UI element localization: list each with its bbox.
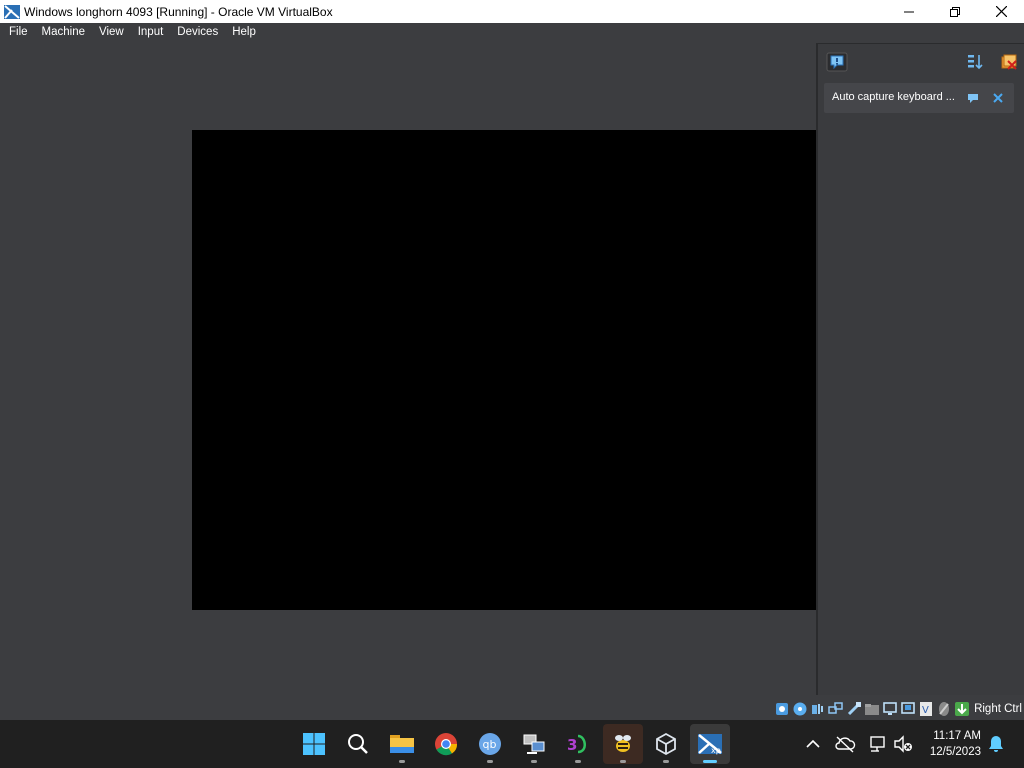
windows-xp-vm-icon: xp (698, 734, 722, 755)
clear-notifications-icon[interactable] (1000, 53, 1018, 71)
active-indicator (703, 760, 717, 763)
taskbar-3d-app[interactable]: 3 (558, 724, 598, 764)
chrome-icon (435, 733, 458, 756)
menu-view[interactable]: View (94, 26, 129, 38)
search-button[interactable] (338, 724, 378, 764)
menu-bar: File Machine View Input Devices Help (0, 23, 1024, 41)
taskbar-bee-app[interactable] (603, 724, 643, 764)
taskbar-clock[interactable]: 11:17 AM 12/5/2023 (930, 728, 981, 760)
svg-text:3: 3 (567, 736, 577, 754)
notification-toolbar (824, 52, 1020, 74)
taskbar-windows-xp-vm[interactable]: xp (690, 724, 730, 764)
remote-desktop-icon (523, 734, 545, 754)
restore-icon (950, 6, 960, 17)
running-indicator (575, 760, 581, 763)
taskbar-chrome[interactable] (426, 724, 466, 764)
keyboard-capture-icon[interactable] (954, 701, 970, 717)
menu-file[interactable]: File (4, 26, 33, 38)
status-icons: V Right Ctrl (774, 700, 1024, 718)
audio-icon[interactable] (810, 701, 826, 717)
system-tray (802, 720, 914, 768)
shared-folders-icon[interactable] (864, 701, 880, 717)
svg-text:xp: xp (711, 746, 721, 755)
taskbar-file-explorer[interactable] (382, 724, 422, 764)
window-title: Windows longhorn 4093 [Running] - Oracle… (24, 4, 333, 19)
close-notification-icon[interactable] (991, 91, 1005, 105)
title-bar: Windows longhorn 4093 [Running] - Oracle… (0, 0, 1024, 23)
minimize-button[interactable] (886, 0, 932, 23)
recording-icon[interactable] (900, 701, 916, 717)
cloud-offline-icon[interactable] (834, 733, 856, 755)
toggle-notification-icon[interactable] (966, 91, 980, 105)
bee-app-icon (615, 735, 631, 752)
usb-icon[interactable] (846, 701, 862, 717)
windows-start-icon (303, 733, 325, 755)
qbittorrent-icon: qb (479, 733, 501, 755)
running-indicator (663, 760, 669, 763)
maximize-button[interactable] (932, 0, 978, 23)
clock-date: 12/5/2023 (929, 746, 981, 758)
taskbar-qbittorrent[interactable]: qb (470, 724, 510, 764)
close-icon (995, 6, 1007, 17)
display-icon[interactable] (882, 701, 898, 717)
taskbar-remote-desktop[interactable] (514, 724, 554, 764)
hard-disk-icon[interactable] (774, 701, 790, 717)
notification-center-panel: Auto capture keyboard ... (816, 43, 1024, 695)
taskbar-virtualbox[interactable] (646, 724, 686, 764)
svg-text:V: V (922, 705, 929, 716)
sort-icon[interactable] (966, 53, 984, 71)
svg-text:qb: qb (483, 738, 497, 751)
virtualbox-vm-icon (4, 4, 20, 19)
start-button[interactable] (294, 724, 334, 764)
mouse-integration-icon[interactable] (936, 701, 952, 717)
notification-center-icon[interactable] (826, 52, 848, 72)
search-icon (348, 734, 368, 754)
clock-time: 11:17 AM (933, 730, 981, 742)
menu-input[interactable]: Input (133, 26, 169, 38)
menu-devices[interactable]: Devices (172, 26, 223, 38)
running-indicator (399, 760, 405, 763)
notification-bell-icon[interactable] (986, 734, 1006, 754)
chevron-up-icon[interactable] (802, 733, 824, 755)
close-button[interactable] (978, 0, 1024, 23)
network-icon[interactable] (828, 701, 844, 717)
running-indicator (620, 760, 626, 763)
vm-status-bar: V Right Ctrl (0, 698, 1024, 720)
notification-message: Auto capture keyboard ... (832, 91, 955, 103)
menu-help[interactable]: Help (227, 26, 261, 38)
volume-muted-icon[interactable] (892, 733, 914, 755)
file-explorer-icon (390, 735, 414, 753)
host-key-label[interactable]: Right Ctrl (974, 703, 1022, 715)
taskbar: qb 3 xp 11:17 AM 12/5/2023 (0, 720, 1024, 768)
3d-app-icon: 3 (567, 734, 586, 754)
minimize-icon (904, 11, 914, 12)
window-controls (886, 0, 1024, 23)
running-indicator (531, 760, 537, 763)
vm-screen[interactable] (192, 130, 816, 610)
menu-machine[interactable]: Machine (37, 26, 90, 38)
cpu-vt-icon[interactable]: V (918, 701, 934, 717)
running-indicator (487, 760, 493, 763)
notification-item[interactable]: Auto capture keyboard ... (824, 83, 1014, 113)
optical-drive-icon[interactable] (792, 701, 808, 717)
network-disconnected-icon[interactable] (866, 733, 888, 755)
virtualbox-icon (656, 732, 676, 756)
